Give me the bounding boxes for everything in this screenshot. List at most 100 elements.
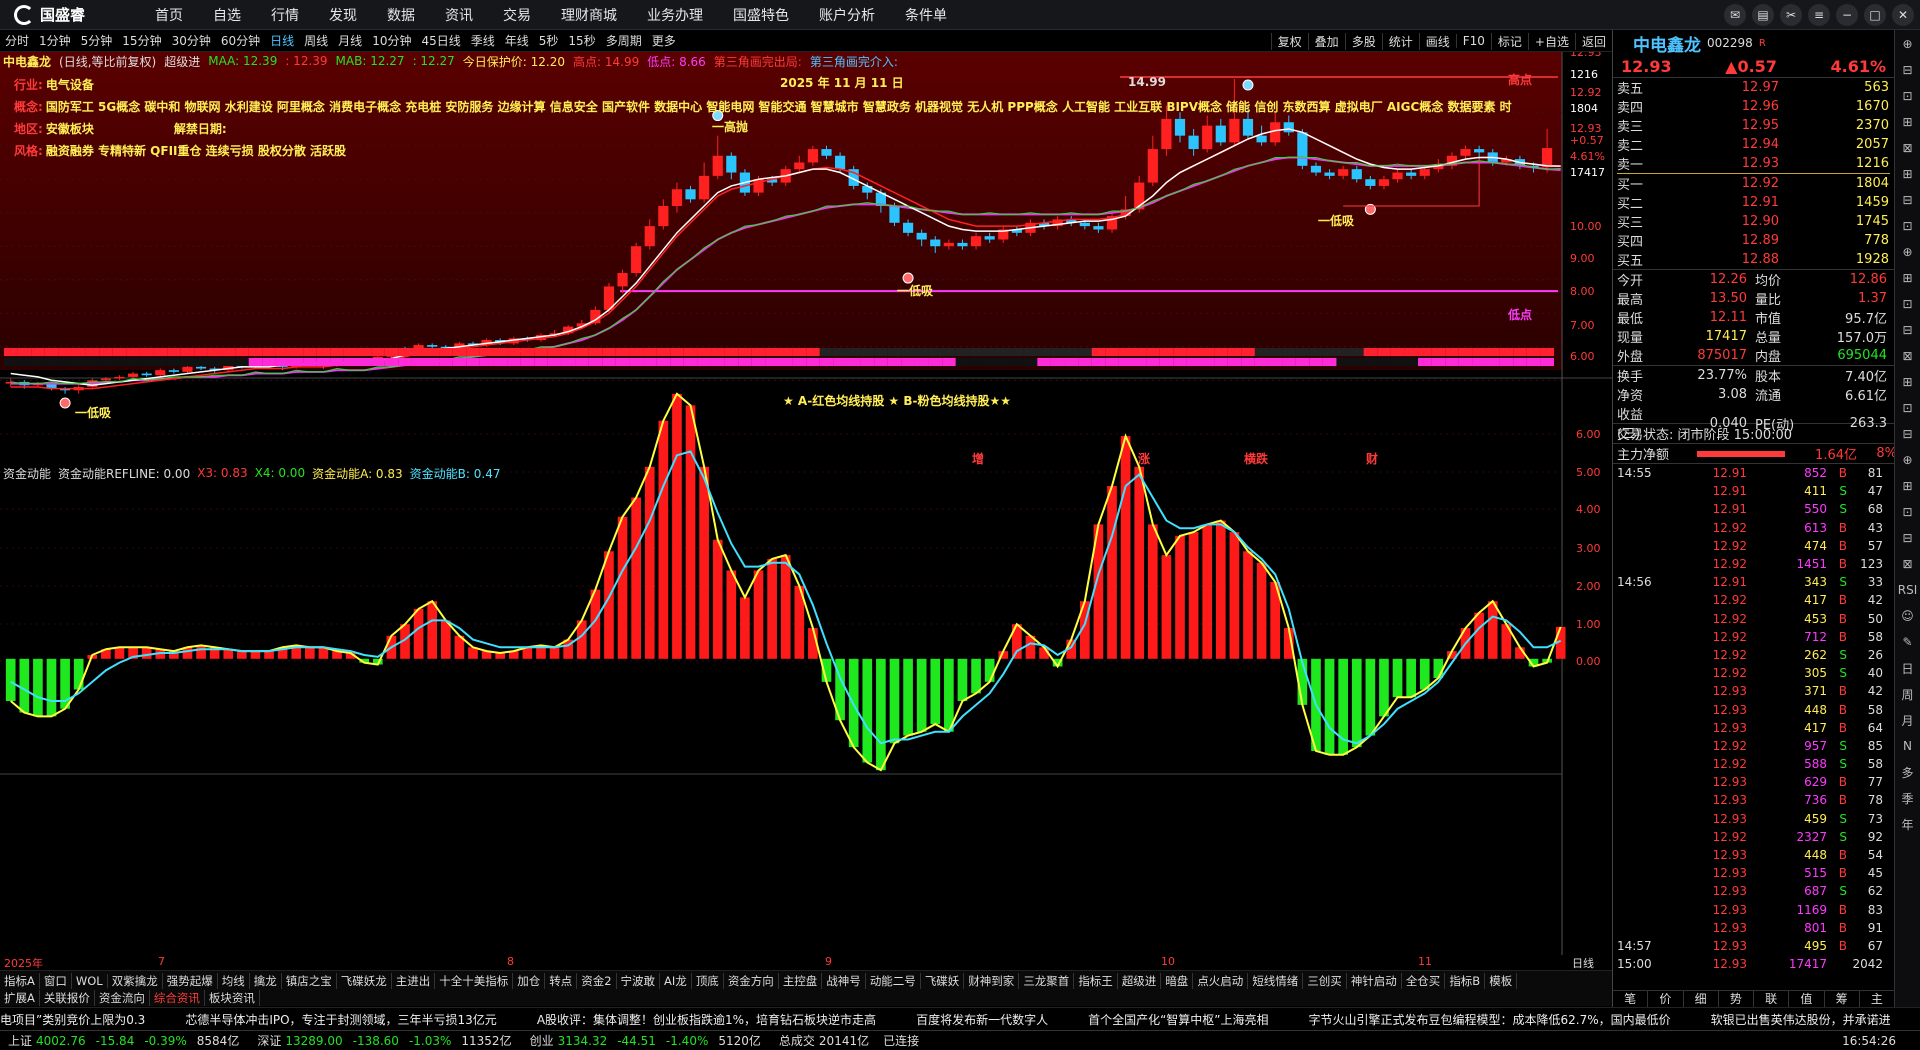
period-item[interactable]: 1分钟 [34,32,76,49]
side-tool-icon[interactable]: ✎ [1899,632,1917,652]
indicator-tab[interactable]: 加仓 [513,972,546,989]
close-icon[interactable]: ✕ [1892,4,1914,26]
nav-trade[interactable]: 交易 [488,5,546,25]
nav-watchlist[interactable]: 自选 [198,5,256,25]
info-tab[interactable]: 扩展A [0,990,40,1006]
tool-add-watch[interactable]: +自选 [1527,32,1575,50]
info-tab[interactable]: 资金流向 [95,990,150,1006]
chart-area[interactable]: 12.93 1216 12.92 1804 12.93 +0.57 4.61% 17417 10… [0,52,1612,955]
indicator-tab[interactable]: 十全十美指标 [435,972,514,989]
panel-tab[interactable]: 势 [1719,991,1754,1007]
indicator-tab[interactable]: WOL [72,973,108,988]
side-tool-icon[interactable]: 多 [1899,762,1917,782]
indicator-tab[interactable]: 资金方向 [724,972,779,989]
tool-draw[interactable]: 画线 [1418,32,1456,50]
side-tool-icon[interactable]: 日 [1899,658,1917,678]
indicator-tab[interactable]: 三创买 [1303,972,1347,989]
ask-row[interactable]: 卖二 12.94 2057 [1613,135,1894,154]
period-item[interactable]: 60分钟 [216,32,265,49]
side-tool-icon[interactable]: 月 [1899,710,1917,730]
period-item[interactable]: 月线 [333,32,367,49]
panel-tab[interactable]: 笔 [1613,991,1649,1007]
cy-label[interactable]: 创业 [530,1032,554,1049]
side-tool-icon[interactable]: RSI [1898,580,1918,600]
side-tool-icon[interactable]: ⊕ [1899,242,1917,262]
side-tool-icon[interactable]: N [1899,736,1917,756]
indicator-tab[interactable]: 战神号 [822,972,866,989]
nav-discover[interactable]: 发现 [314,5,372,25]
panel-tab[interactable]: 主 [1860,991,1894,1007]
side-tool-icon[interactable]: ⊞ [1899,476,1917,496]
side-tool-icon[interactable]: 季 [1899,788,1917,808]
indicator-tab[interactable]: 指标B [1445,972,1486,989]
sh-label[interactable]: 上证 [8,1032,32,1049]
period-item[interactable]: 5秒 [534,32,564,49]
indicator-tab[interactable]: 指标王 [1074,972,1118,989]
message-icon[interactable]: ✉ [1724,4,1746,26]
side-tool-icon[interactable]: ⊟ [1899,190,1917,210]
period-item[interactable]: 周线 [299,32,333,49]
panel-tab[interactable]: 价 [1648,991,1684,1007]
nav-market[interactable]: 行情 [256,5,314,25]
bid-row[interactable]: 买二 12.91 1459 [1613,193,1894,212]
info-tab[interactable]: 板块资讯 [205,990,260,1006]
ask-row[interactable]: 卖三 12.95 2370 [1613,116,1894,135]
tool-adjust[interactable]: 复权 [1270,32,1308,50]
indicator-tab[interactable]: 全仓买 [1402,972,1446,989]
indicator-tab[interactable]: 资金2 [577,972,617,989]
period-item[interactable]: 更多 [647,32,681,49]
indicator-tab[interactable]: 模板 [1485,972,1518,989]
news-item[interactable]: 软银已出售英伟达股份，并承诺进 [1711,1011,1891,1028]
indicator-tab[interactable]: 暗盘 [1161,972,1194,989]
nav-account-analysis[interactable]: 账户分析 [804,5,890,25]
side-tool-icon[interactable]: ⊠ [1899,554,1917,574]
news-item[interactable]: 首个全国产化“智算中枢”上海亮相 [1088,1011,1268,1028]
side-tool-icon[interactable]: ⊞ [1899,112,1917,132]
nav-news[interactable]: 资讯 [430,5,488,25]
side-tool-icon[interactable]: ⊟ [1899,60,1917,80]
kline-chart[interactable]: 12.93121612.92180412.93+0.574.61%1741710… [0,52,1612,955]
side-tool-icon[interactable]: ⊟ [1899,528,1917,548]
panel-tab[interactable]: 细 [1684,991,1719,1007]
side-tool-icon[interactable]: ⊞ [1899,164,1917,184]
side-tool-icon[interactable]: ⊠ [1899,138,1917,158]
indicator-tab[interactable]: 宁波敢 [617,972,661,989]
tool-f10[interactable]: F10 [1455,34,1491,48]
news-item[interactable]: 芯德半导体冲击IPO，专注于封测领域，三年半亏损13亿元 [185,1011,497,1028]
quote-stock-name[interactable]: 中电鑫龙 [1633,31,1701,56]
indicator-tab[interactable]: 顶底 [692,972,724,989]
side-tool-icon[interactable]: ⊡ [1899,502,1917,522]
panel-tab[interactable]: 联 [1754,991,1790,1007]
side-tool-icon[interactable]: ⊡ [1899,294,1917,314]
tool-stats[interactable]: 统计 [1381,32,1419,50]
period-item[interactable]: 季线 [466,32,500,49]
side-tool-icon[interactable]: ⊟ [1899,424,1917,444]
side-tool-icon[interactable]: ⊡ [1899,398,1917,418]
period-item[interactable]: 多周期 [601,32,647,49]
indicator-tab[interactable]: 动能二号 [866,972,921,989]
indicator-tab[interactable]: 超级进 [1118,972,1162,989]
panel-tab[interactable]: 筹 [1825,991,1860,1007]
tool-overlay[interactable]: 叠加 [1307,32,1345,50]
period-item[interactable]: 15秒 [563,32,600,49]
period-item[interactable]: 15分钟 [117,32,166,49]
indicator-tab[interactable]: 三龙聚首 [1019,972,1075,989]
period-item[interactable]: 5分钟 [76,32,118,49]
indicator-tab[interactable]: 指标A [0,972,40,989]
side-tool-icon[interactable]: ⊡ [1899,216,1917,236]
ask-row[interactable]: 卖一 12.93 1216 [1613,154,1894,173]
bid-row[interactable]: 买五 12.88 1928 [1613,250,1894,269]
panel-tab[interactable]: 值 [1789,991,1825,1007]
news-item[interactable]: 电项目”类别竞价上限为0.3 [0,1011,145,1028]
indicator-tab[interactable]: 点火启动 [1193,972,1249,989]
indicator-tab[interactable]: 主控盘 [779,972,823,989]
indicator-tab[interactable]: 强势起爆 [163,972,218,989]
indicator-tab[interactable]: 飞碟妖龙 [337,972,392,989]
info-tab-active[interactable]: 综合资讯 [150,990,205,1006]
side-tool-icon[interactable]: ⊕ [1899,34,1917,54]
tool-back[interactable]: 返回 [1574,32,1612,50]
bid-row[interactable]: 买一 12.92 1804 [1613,174,1894,193]
minimize-icon[interactable]: − [1836,4,1858,26]
sz-label[interactable]: 深证 [257,1032,281,1049]
indicator-tab[interactable]: 短线情绪 [1248,972,1304,989]
